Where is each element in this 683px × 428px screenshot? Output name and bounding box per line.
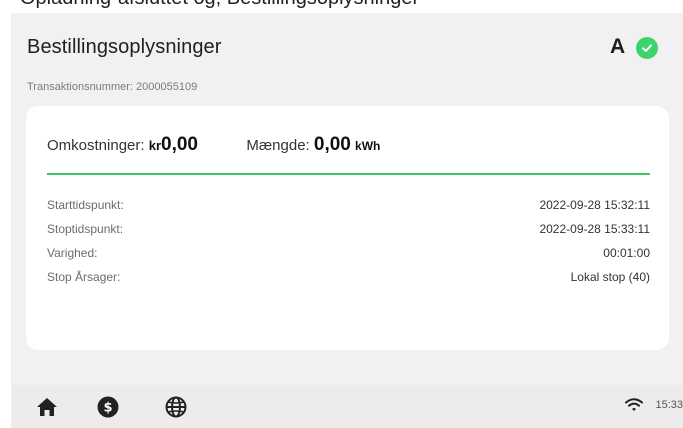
clock-time: 15:33	[655, 399, 683, 411]
detail-label: Stop Årsager:	[47, 270, 121, 284]
detail-label: Varighed:	[47, 246, 98, 260]
details-list: Starttidspunkt: 2022-09-28 15:32:11 Stop…	[47, 198, 650, 294]
bottom-nav-bar: $ 15:33	[11, 385, 683, 428]
transaction-number: Transaktionsnummer: 2000055109	[27, 81, 198, 93]
cost-label: Omkostninger:	[47, 137, 145, 154]
detail-row-stop: Stoptidspunkt: 2022-09-28 15:33:11	[47, 222, 650, 246]
order-details-panel: Bestillingsoplysninger Transaktionsnumme…	[11, 13, 683, 385]
detail-value: Lokal stop (40)	[570, 270, 650, 284]
divider	[47, 173, 650, 175]
status-area: 15:33	[625, 398, 683, 412]
detail-value: 2022-09-28 15:33:11	[539, 222, 650, 236]
detail-label: Starttidspunkt:	[47, 198, 124, 212]
detail-value: 00:01:00	[603, 246, 650, 260]
wifi-icon	[625, 398, 644, 412]
details-card: Omkostninger: kr0,00 Mængde: 0,00 kWh St…	[26, 106, 669, 350]
check-icon	[636, 37, 658, 59]
top-strip: Opladning-afsluttet og, Bestillingsoplys…	[0, 0, 683, 10]
detail-row-start: Starttidspunkt: 2022-09-28 15:32:11	[47, 198, 650, 222]
globe-icon[interactable]	[163, 394, 189, 420]
detail-row-stop-reason: Stop Årsager: Lokal stop (40)	[47, 270, 650, 294]
detail-value: 2022-09-28 15:32:11	[539, 198, 650, 212]
cost-value: 0,00	[161, 134, 198, 155]
quantity-value: 0,00	[313, 134, 351, 155]
detail-row-duration: Varighed: 00:01:00	[47, 246, 650, 270]
summary-line: Omkostninger: kr0,00 Mængde: 0,00 kWh	[47, 134, 380, 156]
dollar-icon[interactable]: $	[95, 394, 121, 420]
cost-currency: kr	[148, 138, 162, 153]
svg-text:$: $	[103, 401, 112, 416]
quantity-unit: kWh	[355, 139, 381, 153]
page-title: Bestillingsoplysninger	[27, 36, 222, 58]
top-strip-text: Opladning-afsluttet og, Bestillingsoplys…	[20, 0, 419, 10]
grade-badge: A	[610, 35, 626, 58]
detail-label: Stoptidspunkt:	[47, 222, 124, 236]
home-icon[interactable]	[34, 394, 60, 420]
quantity-label: Mængde:	[246, 137, 310, 154]
